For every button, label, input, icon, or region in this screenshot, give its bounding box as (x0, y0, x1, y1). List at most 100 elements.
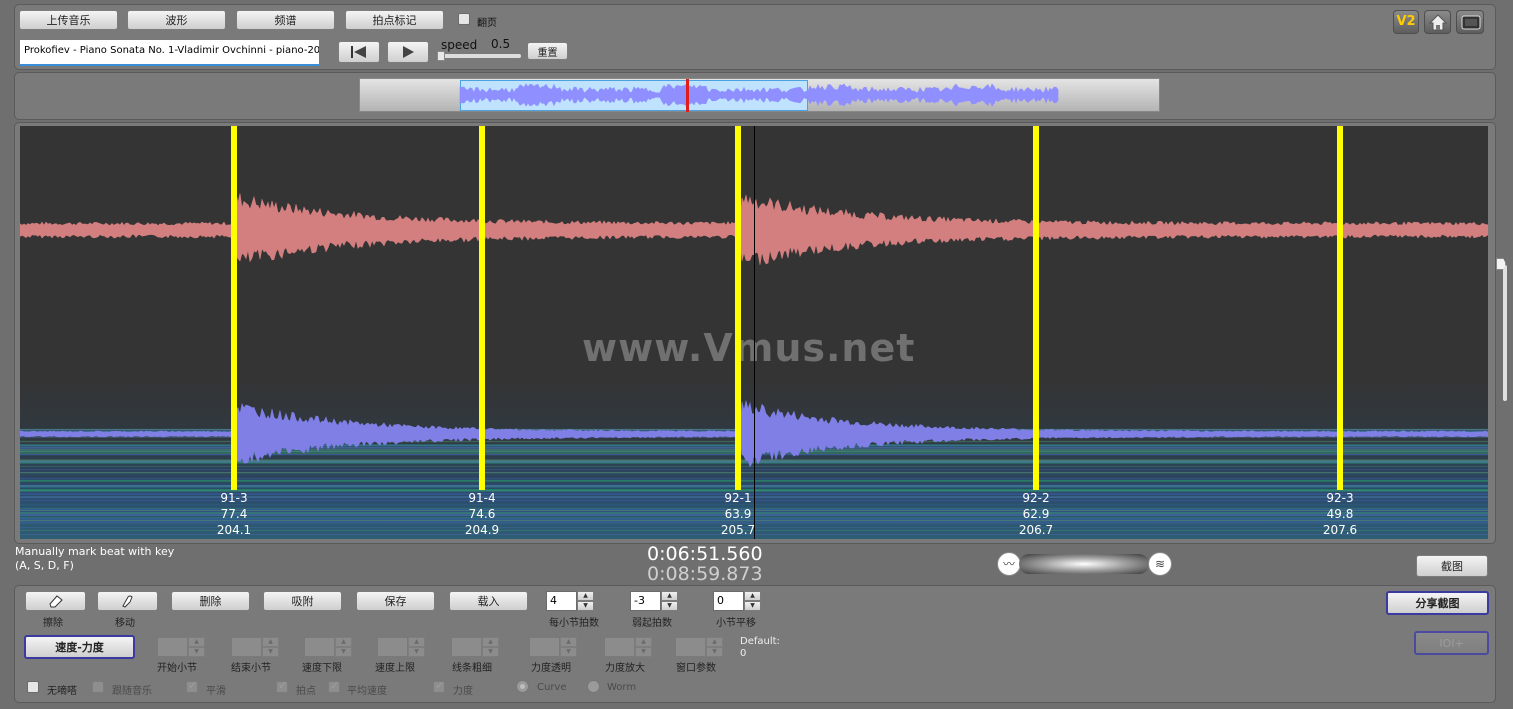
window-param-value[interactable] (675, 637, 706, 657)
worm-radio[interactable] (587, 680, 600, 693)
ioi-button[interactable]: IOI+ (1414, 631, 1489, 655)
vertical-scrollbar[interactable] (1503, 265, 1507, 401)
beat-id: 92-3 (1326, 491, 1354, 505)
track-name-field[interactable]: Prokofiev - Piano Sonata No. 1-Vladimir … (20, 40, 319, 66)
hint-line-1: Manually mark beat with key (15, 545, 175, 558)
beats-per-bar-value[interactable]: 4 (546, 591, 577, 611)
stepper-down[interactable]: ▼ (661, 601, 678, 611)
stepper-down[interactable]: ▼ (560, 647, 577, 657)
snap-button[interactable]: 吸附 (263, 591, 342, 611)
waveform-button[interactable]: 波形 (127, 10, 226, 30)
tempo-low-stepper[interactable]: ▲ ▼ (304, 637, 352, 657)
spectrum-button[interactable]: 频谱 (236, 10, 335, 30)
line-width-stepper[interactable]: ▲ ▼ (451, 637, 499, 657)
beat-line[interactable] (1033, 126, 1039, 490)
follow-music-checkbox[interactable] (92, 681, 104, 693)
beat-line[interactable] (231, 126, 237, 490)
delete-button[interactable]: 删除 (171, 591, 250, 611)
beat-line[interactable] (735, 126, 741, 490)
window-param-label: 窗口参数 (676, 663, 716, 674)
smooth-checkbox[interactable] (186, 679, 198, 693)
save-button[interactable]: 保存 (356, 591, 435, 611)
flip-page-label: 翻页 (477, 18, 497, 29)
curve-label: Curve (537, 682, 567, 693)
stepper-up[interactable]: ▲ (188, 637, 205, 647)
curve-radio[interactable] (516, 680, 529, 693)
tempo-low-value[interactable] (304, 637, 335, 657)
end-bar-value[interactable] (231, 637, 262, 657)
stepper-down[interactable]: ▼ (706, 647, 723, 657)
bar-shift-stepper[interactable]: 0 ▲ ▼ (713, 591, 761, 611)
stepper-down[interactable]: ▼ (482, 647, 499, 657)
overview-bar[interactable] (359, 78, 1160, 112)
stepper-down[interactable]: ▼ (577, 601, 594, 611)
line-width-value[interactable] (451, 637, 482, 657)
no-beat-checkbox[interactable] (27, 681, 39, 693)
waveform-canvas[interactable]: www.Vmus.net 91-3 77.4 204.1 91-4 74.6 2… (20, 126, 1488, 539)
pickup-stepper[interactable]: -3 ▲ ▼ (630, 591, 678, 611)
dyn-opacity-label: 力度透明 (531, 663, 571, 674)
window-param-stepper[interactable]: ▲ ▼ (675, 637, 723, 657)
dyn-opacity-value[interactable] (529, 637, 560, 657)
stepper-up[interactable]: ▲ (744, 591, 761, 601)
speed-slider-thumb[interactable] (437, 51, 445, 61)
stepper-down[interactable]: ▼ (262, 647, 279, 657)
stepper-up[interactable]: ▲ (262, 637, 279, 647)
rewind-button[interactable] (338, 41, 380, 63)
stepper-down[interactable]: ▼ (635, 647, 652, 657)
dynamics-checkbox[interactable] (433, 679, 445, 693)
flip-page-checkbox[interactable] (458, 13, 470, 25)
stepper-up[interactable]: ▲ (706, 637, 723, 647)
fullscreen-icon[interactable] (1456, 10, 1484, 34)
tempo-dynamics-button[interactable]: 速度-力度 (24, 635, 135, 659)
erase-button[interactable] (25, 591, 86, 611)
beat-label-text: 拍点 (296, 686, 316, 697)
beat-line[interactable] (1337, 126, 1343, 490)
tempo-high-stepper[interactable]: ▲ ▼ (377, 637, 425, 657)
stepper-down[interactable]: ▼ (335, 647, 352, 657)
default-value: 0 (740, 648, 747, 659)
pickup-value[interactable]: -3 (630, 591, 661, 611)
beat-checkbox[interactable] (276, 679, 288, 693)
beats-per-bar-stepper[interactable]: 4 ▲ ▼ (546, 591, 594, 611)
zoom-track[interactable] (1019, 554, 1149, 574)
screenshot-button[interactable]: 截图 (1416, 555, 1488, 577)
speed-slider[interactable] (437, 51, 521, 61)
end-bar-label: 结束小节 (231, 663, 271, 674)
stepper-up[interactable]: ▲ (661, 591, 678, 601)
beat-mark-button[interactable]: 拍点标记 (345, 10, 444, 30)
overview-playhead[interactable] (686, 79, 689, 112)
load-button[interactable]: 载入 (449, 591, 528, 611)
start-bar-stepper[interactable]: ▲ ▼ (157, 637, 205, 657)
beat-id: 92-2 (1022, 491, 1050, 505)
zoom-slider[interactable]: 〰 ≋ (997, 552, 1172, 576)
dyn-zoom-value[interactable] (604, 637, 635, 657)
stepper-up[interactable]: ▲ (408, 637, 425, 647)
dyn-zoom-stepper[interactable]: ▲ ▼ (604, 637, 652, 657)
start-bar-value[interactable] (157, 637, 188, 657)
stepper-up[interactable]: ▲ (635, 637, 652, 647)
beat-id: 91-4 (468, 491, 496, 505)
stepper-up[interactable]: ▲ (482, 637, 499, 647)
avg-tempo-checkbox[interactable] (328, 679, 340, 693)
stepper-up[interactable]: ▲ (577, 591, 594, 601)
dyn-opacity-stepper[interactable]: ▲ ▼ (529, 637, 577, 657)
stepper-up[interactable]: ▲ (560, 637, 577, 647)
play-button[interactable] (387, 41, 429, 63)
stepper-up[interactable]: ▲ (335, 637, 352, 647)
reset-speed-button[interactable]: 重置 (527, 42, 568, 60)
zoom-out-icon[interactable]: 〰 (997, 552, 1021, 576)
v2-icon[interactable]: V2 (1393, 10, 1419, 34)
move-button[interactable] (97, 591, 158, 611)
stepper-down[interactable]: ▼ (188, 647, 205, 657)
tempo-high-value[interactable] (377, 637, 408, 657)
end-bar-stepper[interactable]: ▲ ▼ (231, 637, 279, 657)
stepper-down[interactable]: ▼ (744, 601, 761, 611)
share-screenshot-button[interactable]: 分享截图 (1386, 591, 1489, 615)
upload-music-button[interactable]: 上传音乐 (19, 10, 118, 30)
zoom-in-icon[interactable]: ≋ (1148, 552, 1172, 576)
beat-line[interactable] (479, 126, 485, 490)
stepper-down[interactable]: ▼ (408, 647, 425, 657)
bar-shift-value[interactable]: 0 (713, 591, 744, 611)
home-icon[interactable] (1424, 10, 1451, 34)
